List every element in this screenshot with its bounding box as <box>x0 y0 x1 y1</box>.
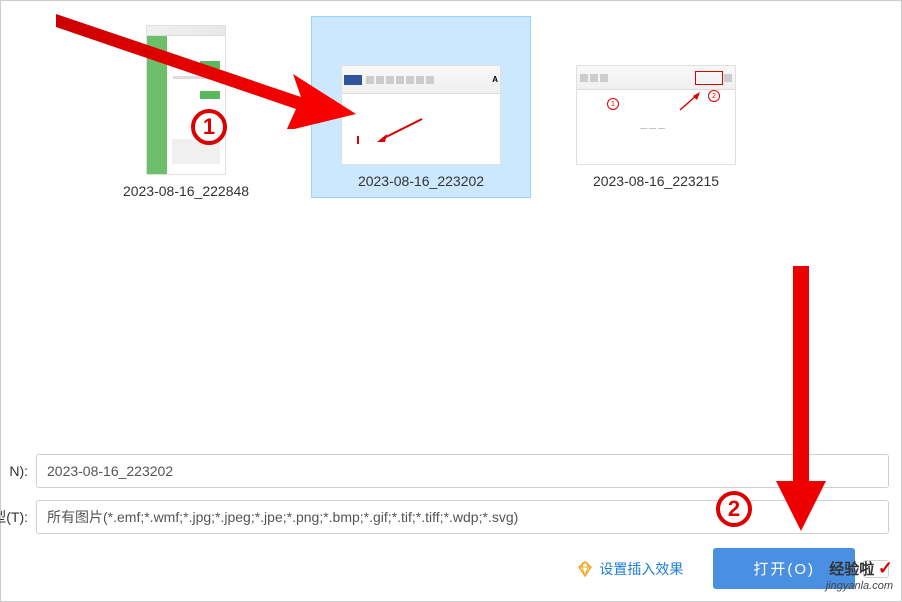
watermark-url: jingyanla.com <box>826 580 893 593</box>
annotation-badge-1: 1 <box>191 109 227 145</box>
insert-effect-text: 设置插入效果 <box>599 559 683 579</box>
check-icon: ✓ <box>878 558 893 578</box>
file-browser-pane: 3-16_222100 2023-08-16_222848 <box>1 1 901 281</box>
filename-input[interactable] <box>36 454 889 488</box>
filetype-input[interactable] <box>36 500 889 534</box>
file-thumbnail: A <box>341 65 501 165</box>
file-item-selected[interactable]: A 2023-08-16_223202 <box>311 16 531 198</box>
file-label: 2023-08-16_223215 <box>593 173 719 189</box>
filename-label: N): <box>0 463 36 479</box>
file-thumbnail: 1 2 — — — <box>576 65 736 165</box>
filetype-label: 型(T): <box>0 507 36 527</box>
annotation-badge-2: 2 <box>716 491 752 527</box>
file-label: 2023-08-16_223202 <box>358 173 484 189</box>
file-label: 2023-08-16_222848 <box>123 183 249 199</box>
insert-effect-link[interactable]: 设置插入效果 <box>577 559 683 579</box>
form-area: N): 型(T): <box>1 454 889 546</box>
file-item[interactable]: 2023-08-16_222848 <box>76 16 296 208</box>
file-item[interactable]: 1 2 — — — 2023-08-16_223215 <box>546 16 766 198</box>
watermark: 经验啦 ✓ jingyanla.com <box>826 558 893 593</box>
file-thumbnail <box>146 25 226 175</box>
diamond-icon <box>577 561 593 577</box>
watermark-brand: 经验啦 <box>829 561 874 578</box>
file-item[interactable]: 3-16_222100 <box>0 16 61 208</box>
